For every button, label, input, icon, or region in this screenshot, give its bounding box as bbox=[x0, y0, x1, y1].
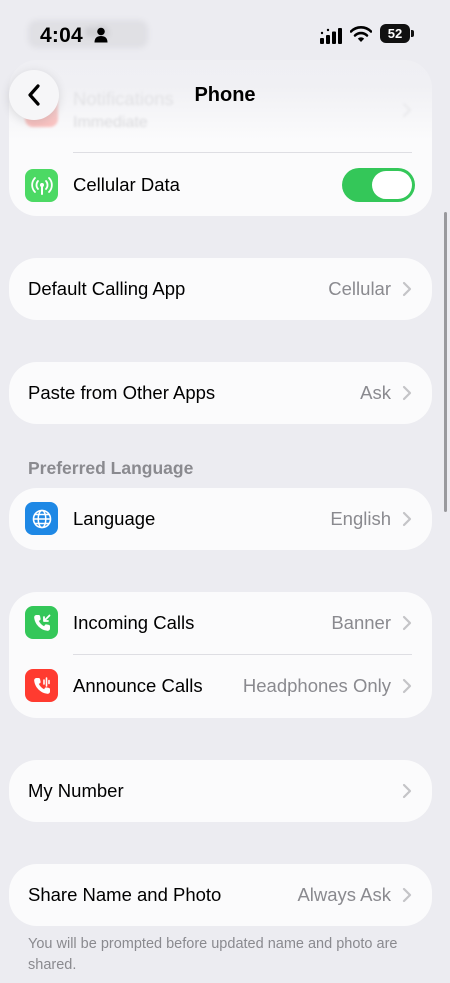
cellular-data-label: Cellular Data bbox=[73, 174, 180, 195]
toggle-knob bbox=[372, 171, 412, 199]
row-separator bbox=[73, 152, 412, 153]
status-bar: rch 4:04 52 bbox=[0, 0, 450, 70]
language-group: Language English bbox=[9, 488, 432, 550]
default-calling-app-value: Cellular bbox=[328, 278, 391, 299]
incoming-calls-label: Incoming Calls bbox=[73, 612, 195, 633]
paste-from-other-apps-row[interactable]: Paste from Other Apps Ask bbox=[9, 362, 432, 424]
chevron-right-icon bbox=[402, 615, 412, 631]
chevron-right-icon bbox=[402, 887, 412, 903]
page-title: Phone bbox=[194, 84, 256, 106]
chevron-right-icon bbox=[402, 385, 412, 401]
incoming-calls-row[interactable]: Incoming Calls Banner bbox=[9, 592, 432, 654]
language-row[interactable]: Language English bbox=[9, 488, 432, 550]
calls-group: Incoming Calls Banner Announce Calls Hea… bbox=[9, 592, 432, 718]
chevron-right-icon bbox=[402, 678, 412, 694]
incoming-calls-value: Banner bbox=[331, 612, 391, 633]
cellular-antenna-icon bbox=[25, 169, 58, 202]
paste-from-other-apps-value: Ask bbox=[360, 382, 391, 403]
wifi-icon bbox=[350, 26, 372, 42]
my-number-group: My Number bbox=[9, 760, 432, 822]
globe-icon bbox=[25, 502, 58, 535]
paste-from-other-apps-label: Paste from Other Apps bbox=[28, 382, 216, 403]
battery-icon: 52 bbox=[380, 24, 414, 43]
share-name-and-photo-value: Always Ask bbox=[297, 884, 391, 905]
cellular-data-toggle[interactable] bbox=[342, 168, 415, 202]
language-label: Language bbox=[73, 508, 156, 529]
preferred-language-header: Preferred Language bbox=[28, 458, 194, 478]
share-footer-note: You will be prompted before updated name… bbox=[28, 936, 398, 973]
my-number-row[interactable]: My Number bbox=[9, 760, 432, 822]
announce-calls-row[interactable]: Announce Calls Headphones Only bbox=[9, 655, 432, 717]
status-time: 4:04 bbox=[40, 24, 83, 47]
announce-calls-label: Announce Calls bbox=[73, 675, 203, 696]
chevron-right-icon bbox=[402, 281, 412, 297]
share-name-photo-group: Share Name and Photo Always Ask bbox=[9, 864, 432, 926]
notifications-sublabel: Immediate bbox=[73, 114, 148, 131]
chevron-right-icon bbox=[402, 511, 412, 527]
default-calling-app-row[interactable]: Default Calling App Cellular bbox=[9, 258, 432, 320]
announce-calls-value: Headphones Only bbox=[242, 675, 391, 696]
chevron-right-icon bbox=[402, 783, 412, 799]
language-value: English bbox=[330, 508, 391, 529]
incoming-call-icon bbox=[25, 606, 58, 639]
share-name-and-photo-label: Share Name and Photo bbox=[28, 884, 222, 905]
announce-call-icon bbox=[25, 669, 58, 702]
paste-group: Paste from Other Apps Ask bbox=[9, 362, 432, 424]
person-icon bbox=[94, 27, 108, 43]
my-number-label: My Number bbox=[28, 780, 124, 801]
scroll-indicator[interactable] bbox=[444, 212, 447, 512]
default-calling-group: Default Calling App Cellular bbox=[9, 258, 432, 320]
share-name-and-photo-row[interactable]: Share Name and Photo Always Ask bbox=[9, 864, 432, 926]
cellular-signal-icon bbox=[320, 28, 342, 44]
default-calling-app-label: Default Calling App bbox=[28, 278, 186, 299]
